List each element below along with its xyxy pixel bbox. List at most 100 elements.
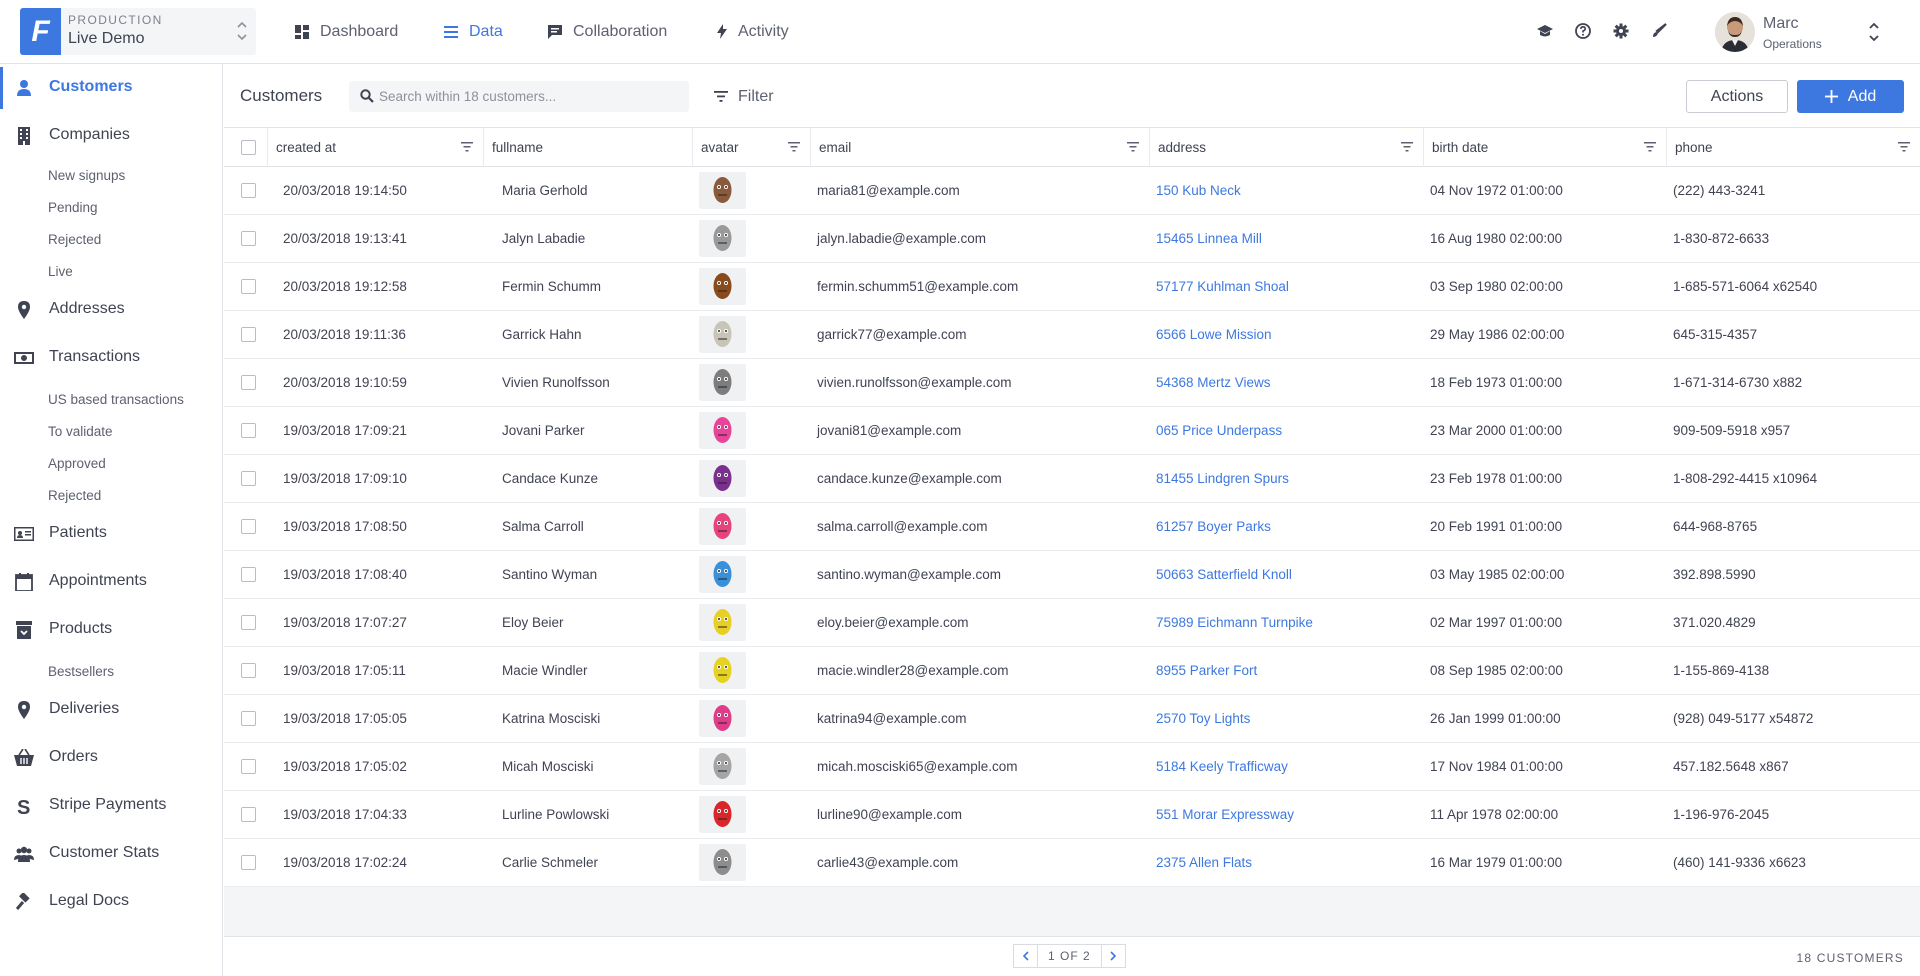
sidebar-item-customers[interactable]: Customers xyxy=(0,67,222,109)
column-header-phone[interactable]: phone xyxy=(1666,128,1920,167)
segment-live[interactable]: Live xyxy=(48,264,73,279)
table-row[interactable]: 20/03/2018 19:10:59 Vivien Runolfsson vivi… xyxy=(224,359,1920,407)
avatar-thumbnail[interactable] xyxy=(699,700,746,737)
segment-new-signups[interactable]: New signups xyxy=(48,168,125,183)
cell-address[interactable]: 8955 Parker Fort xyxy=(1156,647,1257,694)
row-checkbox[interactable] xyxy=(241,375,256,390)
cell-address[interactable]: 065 Price Underpass xyxy=(1156,407,1282,454)
row-checkbox[interactable] xyxy=(241,711,256,726)
avatar-thumbnail[interactable] xyxy=(699,364,746,401)
row-checkbox[interactable] xyxy=(241,279,256,294)
search-box[interactable] xyxy=(349,81,689,112)
sidebar-item-appointments[interactable]: Appointments xyxy=(0,567,222,597)
chevron-updown-icon[interactable] xyxy=(1868,20,1880,44)
nav-collaboration[interactable]: Collaboration xyxy=(548,0,667,63)
table-row[interactable]: 20/03/2018 19:12:58 Fermin Schumm fermin.s… xyxy=(224,263,1920,311)
help-icon[interactable] xyxy=(1574,22,1592,40)
cell-address[interactable]: 2375 Allen Flats xyxy=(1156,839,1252,886)
avatar-thumbnail[interactable] xyxy=(699,460,746,497)
cell-address[interactable]: 54368 Mertz Views xyxy=(1156,359,1271,406)
search-input[interactable] xyxy=(379,81,679,112)
segment-approved[interactable]: Approved xyxy=(48,456,106,471)
nav-dashboard[interactable]: Dashboard xyxy=(295,0,398,63)
segment-bestsellers[interactable]: Bestsellers xyxy=(48,664,114,679)
avatar-thumbnail[interactable] xyxy=(699,316,746,353)
avatar-thumbnail[interactable] xyxy=(699,748,746,785)
avatar-thumbnail[interactable] xyxy=(699,268,746,305)
filter-icon[interactable] xyxy=(1898,142,1910,152)
column-header-avatar[interactable]: avatar xyxy=(692,128,810,167)
row-checkbox[interactable] xyxy=(241,615,256,630)
row-checkbox[interactable] xyxy=(241,567,256,582)
column-header-email[interactable]: email xyxy=(810,128,1149,167)
next-page-button[interactable] xyxy=(1100,944,1126,968)
avatar-thumbnail[interactable] xyxy=(699,172,746,209)
brush-icon[interactable] xyxy=(1650,22,1668,40)
column-header-address[interactable]: address xyxy=(1149,128,1423,167)
row-checkbox[interactable] xyxy=(241,855,256,870)
nav-data[interactable]: Data xyxy=(444,0,503,63)
column-header-fullname[interactable]: fullname xyxy=(483,128,679,167)
cell-address[interactable]: 15465 Linnea Mill xyxy=(1156,215,1262,262)
sidebar-item-customer-stats[interactable]: Customer Stats xyxy=(0,839,222,869)
table-row[interactable]: 19/03/2018 17:05:11 Macie Windler macie.wi… xyxy=(224,647,1920,695)
row-checkbox[interactable] xyxy=(241,423,256,438)
avatar-thumbnail[interactable] xyxy=(699,604,746,641)
cell-address[interactable]: 57177 Kuhlman Shoal xyxy=(1156,263,1289,310)
table-row[interactable]: 19/03/2018 17:07:27 Eloy Beier eloy.beier@… xyxy=(224,599,1920,647)
row-checkbox[interactable] xyxy=(241,183,256,198)
cell-address[interactable]: 81455 Lindgren Spurs xyxy=(1156,455,1289,502)
environment-switcher[interactable]: F PRODUCTION Live Demo xyxy=(20,8,256,55)
row-checkbox[interactable] xyxy=(241,231,256,246)
row-checkbox[interactable] xyxy=(241,759,256,774)
nav-activity[interactable]: Activity xyxy=(717,0,789,63)
row-checkbox[interactable] xyxy=(241,519,256,534)
sidebar-item-addresses[interactable]: Addresses xyxy=(0,295,222,325)
row-checkbox[interactable] xyxy=(241,471,256,486)
avatar-thumbnail[interactable] xyxy=(699,220,746,257)
cell-address[interactable]: 551 Morar Expressway xyxy=(1156,791,1294,838)
table-row[interactable]: 19/03/2018 17:04:33 Lurline Powlowski lurl… xyxy=(224,791,1920,839)
avatar-thumbnail[interactable] xyxy=(699,556,746,593)
segment-pending[interactable]: Pending xyxy=(48,200,98,215)
sidebar-item-products[interactable]: Products xyxy=(0,615,222,645)
column-header-created-at[interactable]: created at xyxy=(267,128,483,167)
filter-button[interactable]: Filter xyxy=(714,81,774,112)
filter-icon[interactable] xyxy=(1127,142,1139,152)
avatar-thumbnail[interactable] xyxy=(699,508,746,545)
filter-icon[interactable] xyxy=(1401,142,1413,152)
sidebar-item-orders[interactable]: Orders xyxy=(0,743,222,773)
sidebar-item-transactions[interactable]: Transactions xyxy=(0,343,222,373)
segment-rejected[interactable]: Rejected xyxy=(48,232,101,247)
table-row[interactable]: 19/03/2018 17:02:24 Carlie Schmeler carlie… xyxy=(224,839,1920,887)
prev-page-button[interactable] xyxy=(1013,944,1038,968)
cell-address[interactable]: 50663 Satterfield Knoll xyxy=(1156,551,1292,598)
column-header-birth-date[interactable]: birth date xyxy=(1423,128,1666,167)
sidebar-item-legal-docs[interactable]: Legal Docs xyxy=(0,887,222,917)
table-row[interactable]: 20/03/2018 19:11:36 Garrick Hahn garrick77… xyxy=(224,311,1920,359)
cell-address[interactable]: 150 Kub Neck xyxy=(1156,167,1241,214)
filter-icon[interactable] xyxy=(461,142,473,152)
select-all-checkbox[interactable] xyxy=(241,140,256,155)
table-row[interactable]: 20/03/2018 19:13:41 Jalyn Labadie jalyn.la… xyxy=(224,215,1920,263)
filter-icon[interactable] xyxy=(788,142,800,152)
cell-address[interactable]: 5184 Keely Trafficway xyxy=(1156,743,1288,790)
gear-icon[interactable] xyxy=(1612,22,1630,40)
graduation-cap-icon[interactable] xyxy=(1536,22,1554,40)
table-row[interactable]: 19/03/2018 17:08:40 Santino Wyman santino.… xyxy=(224,551,1920,599)
sidebar-item-patients[interactable]: Patients xyxy=(0,519,222,549)
row-checkbox[interactable] xyxy=(241,663,256,678)
avatar-thumbnail[interactable] xyxy=(699,652,746,689)
segment-rejected[interactable]: Rejected xyxy=(48,488,101,503)
cell-address[interactable]: 61257 Boyer Parks xyxy=(1156,503,1271,550)
avatar-thumbnail[interactable] xyxy=(699,412,746,449)
cell-address[interactable]: 2570 Toy Lights xyxy=(1156,695,1250,742)
table-row[interactable]: 19/03/2018 17:09:10 Candace Kunze candace.… xyxy=(224,455,1920,503)
avatar-thumbnail[interactable] xyxy=(699,796,746,833)
table-row[interactable]: 19/03/2018 17:05:05 Katrina Mosciski katri… xyxy=(224,695,1920,743)
cell-address[interactable]: 6566 Lowe Mission xyxy=(1156,311,1272,358)
segment-to-validate[interactable]: To validate xyxy=(48,424,113,439)
sidebar-item-deliveries[interactable]: Deliveries xyxy=(0,695,222,725)
row-checkbox[interactable] xyxy=(241,807,256,822)
sidebar-item-companies[interactable]: Companies xyxy=(0,121,222,151)
